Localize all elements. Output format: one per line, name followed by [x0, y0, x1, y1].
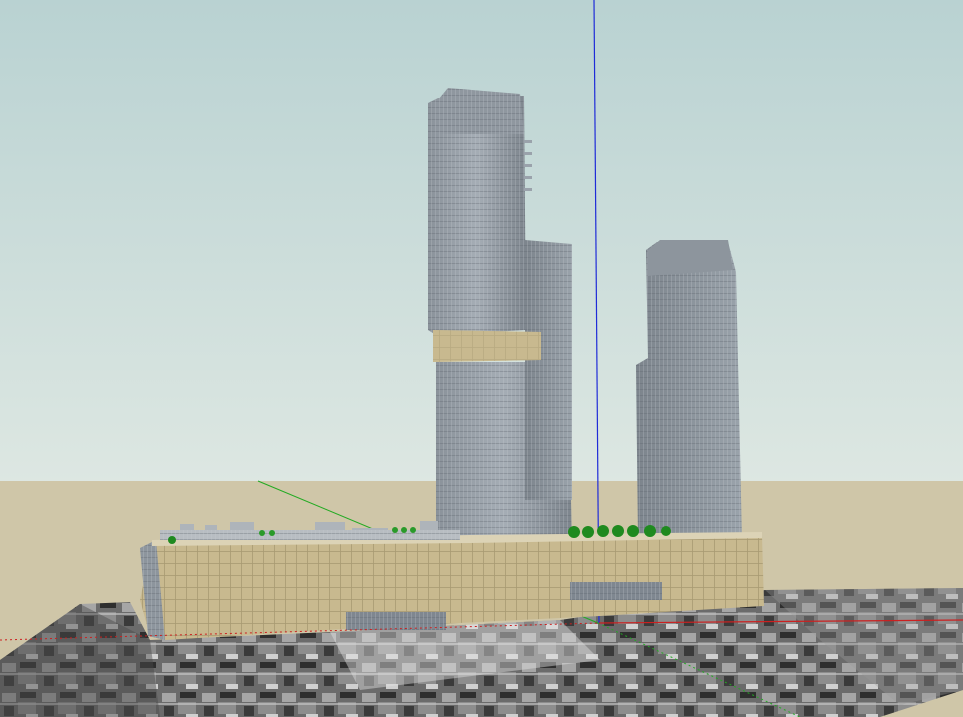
sketchup-3d-viewport[interactable]	[0, 0, 963, 717]
model-scene[interactable]	[0, 0, 963, 717]
short-tower-icon[interactable]	[636, 240, 742, 540]
